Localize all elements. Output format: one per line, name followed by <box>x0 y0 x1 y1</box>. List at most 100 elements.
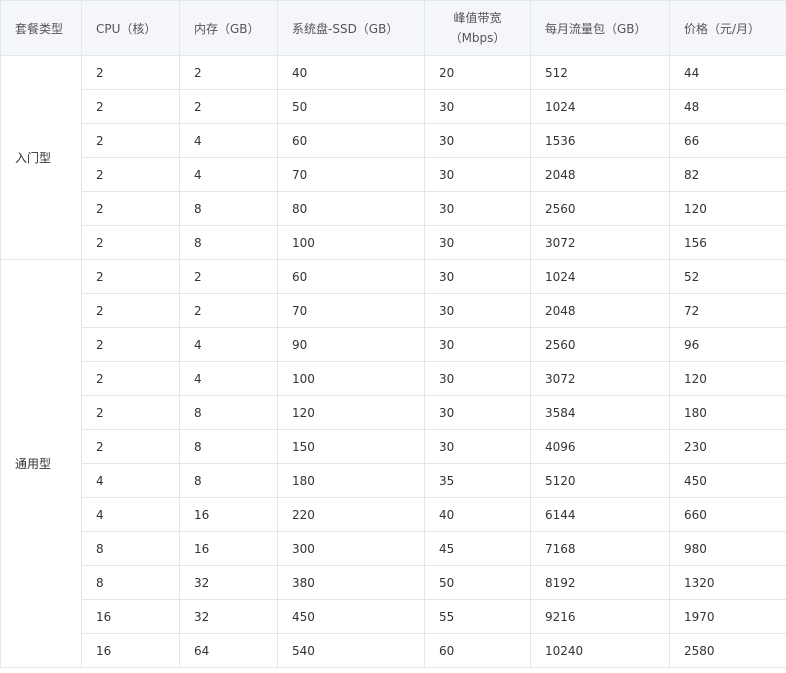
cell-peak-bandwidth: 40 <box>424 497 531 532</box>
cell-peak-bandwidth: 35 <box>424 463 531 498</box>
table-body: 入门型 2 2 40 20 512 44 2 2 50 30 1024 48 2 4 60 30 1536 66 2 4… <box>0 55 786 668</box>
header-monthly-traffic: 每月流量包（GB） <box>530 0 670 56</box>
cell-system-disk: 540 <box>277 633 425 668</box>
cell-system-disk: 90 <box>277 327 425 362</box>
table-row: 4 16 220 40 6144 660 <box>1 497 786 532</box>
cell-monthly-traffic: 1024 <box>530 89 670 124</box>
cell-cpu: 2 <box>81 429 180 464</box>
cell-memory: 8 <box>179 191 278 226</box>
cell-monthly-traffic: 512 <box>530 55 670 90</box>
header-memory: 内存（GB） <box>179 0 278 56</box>
cell-monthly-traffic: 9216 <box>530 599 670 634</box>
cell-price: 120 <box>669 191 786 226</box>
table-row: 2 4 60 30 1536 66 <box>1 123 786 158</box>
cell-system-disk: 50 <box>277 89 425 124</box>
cell-peak-bandwidth: 50 <box>424 565 531 600</box>
cell-peak-bandwidth: 30 <box>424 327 531 362</box>
cell-cpu: 2 <box>81 191 180 226</box>
cell-price: 52 <box>669 259 786 294</box>
cell-memory: 8 <box>179 429 278 464</box>
cell-cpu: 2 <box>81 157 180 192</box>
header-cpu: CPU（核） <box>81 0 180 56</box>
cell-monthly-traffic: 6144 <box>530 497 670 532</box>
cell-cpu: 16 <box>81 599 180 634</box>
cell-monthly-traffic: 2048 <box>530 293 670 328</box>
cell-memory: 2 <box>179 89 278 124</box>
cell-price: 96 <box>669 327 786 362</box>
table-row: 通用型 2 2 60 30 1024 52 <box>0 259 786 668</box>
table-row: 2 8 80 30 2560 120 <box>1 191 786 226</box>
cell-monthly-traffic: 2560 <box>530 327 670 362</box>
cell-price: 450 <box>669 463 786 498</box>
table-row: 2 4 90 30 2560 96 <box>1 327 786 362</box>
cell-cpu: 16 <box>81 633 180 668</box>
cell-memory: 4 <box>179 123 278 158</box>
cell-peak-bandwidth: 60 <box>424 633 531 668</box>
cell-memory: 32 <box>179 565 278 600</box>
cell-price: 82 <box>669 157 786 192</box>
cell-memory: 2 <box>179 293 278 328</box>
cell-monthly-traffic: 3584 <box>530 395 670 430</box>
cell-peak-bandwidth: 30 <box>424 157 531 192</box>
cell-plan-type: 入门型 <box>0 55 82 260</box>
cell-system-disk: 70 <box>277 293 425 328</box>
table-row: 8 16 300 45 7168 980 <box>1 531 786 566</box>
header-peak-bandwidth-line1: 峰值带宽 <box>453 11 502 25</box>
table-row: 2 4 100 30 3072 120 <box>1 361 786 396</box>
cell-memory: 4 <box>179 327 278 362</box>
cell-cpu: 2 <box>81 327 180 362</box>
cell-system-disk: 380 <box>277 565 425 600</box>
cell-monthly-traffic: 4096 <box>530 429 670 464</box>
cell-monthly-traffic: 2560 <box>530 191 670 226</box>
cell-monthly-traffic: 5120 <box>530 463 670 498</box>
table-header: 套餐类型 CPU（核） 内存（GB） 系统盘-SSD（GB） 峰值带宽 （Mbp… <box>0 0 786 56</box>
cell-peak-bandwidth: 30 <box>424 429 531 464</box>
cell-system-disk: 80 <box>277 191 425 226</box>
cell-cpu: 2 <box>81 259 180 294</box>
table-row: 16 64 540 60 10240 2580 <box>1 633 786 668</box>
cell-cpu: 2 <box>81 293 180 328</box>
cell-cpu: 2 <box>81 361 180 396</box>
cell-peak-bandwidth: 30 <box>424 395 531 430</box>
cell-monthly-traffic: 1024 <box>530 259 670 294</box>
cell-system-disk: 120 <box>277 395 425 430</box>
table-row: 2 2 50 30 1024 48 <box>1 89 786 124</box>
cell-price: 230 <box>669 429 786 464</box>
cell-peak-bandwidth: 20 <box>424 55 531 90</box>
table-row: 入门型 2 2 40 20 512 44 <box>0 55 786 260</box>
header-plan-type: 套餐类型 <box>0 0 82 56</box>
cell-peak-bandwidth: 30 <box>424 259 531 294</box>
cell-system-disk: 450 <box>277 599 425 634</box>
cell-cpu: 2 <box>81 225 180 260</box>
cell-cpu: 2 <box>81 395 180 430</box>
cell-system-disk: 220 <box>277 497 425 532</box>
cell-monthly-traffic: 2048 <box>530 157 670 192</box>
cell-peak-bandwidth: 30 <box>424 123 531 158</box>
cell-memory: 64 <box>179 633 278 668</box>
cell-price: 156 <box>669 225 786 260</box>
cell-price: 1320 <box>669 565 786 600</box>
cell-system-disk: 70 <box>277 157 425 192</box>
cell-price: 180 <box>669 395 786 430</box>
table-row: 2 8 100 30 3072 156 <box>1 225 786 260</box>
cell-memory: 16 <box>179 531 278 566</box>
cell-monthly-traffic: 8192 <box>530 565 670 600</box>
cell-memory: 4 <box>179 361 278 396</box>
cell-monthly-traffic: 3072 <box>530 361 670 396</box>
cell-price: 980 <box>669 531 786 566</box>
cell-memory: 8 <box>179 395 278 430</box>
cell-system-disk: 100 <box>277 225 425 260</box>
cell-cpu: 2 <box>81 89 180 124</box>
cell-price: 48 <box>669 89 786 124</box>
cell-monthly-traffic: 10240 <box>530 633 670 668</box>
header-row: 套餐类型 CPU（核） 内存（GB） 系统盘-SSD（GB） 峰值带宽 （Mbp… <box>0 0 786 56</box>
header-price: 价格（元/月） <box>669 0 786 56</box>
cell-price: 120 <box>669 361 786 396</box>
cell-system-disk: 180 <box>277 463 425 498</box>
header-peak-bandwidth: 峰值带宽 （Mbps） <box>424 0 531 56</box>
cell-peak-bandwidth: 45 <box>424 531 531 566</box>
cell-memory: 2 <box>179 259 278 294</box>
cell-memory: 32 <box>179 599 278 634</box>
cell-cpu: 8 <box>81 565 180 600</box>
cell-price: 2580 <box>669 633 786 668</box>
